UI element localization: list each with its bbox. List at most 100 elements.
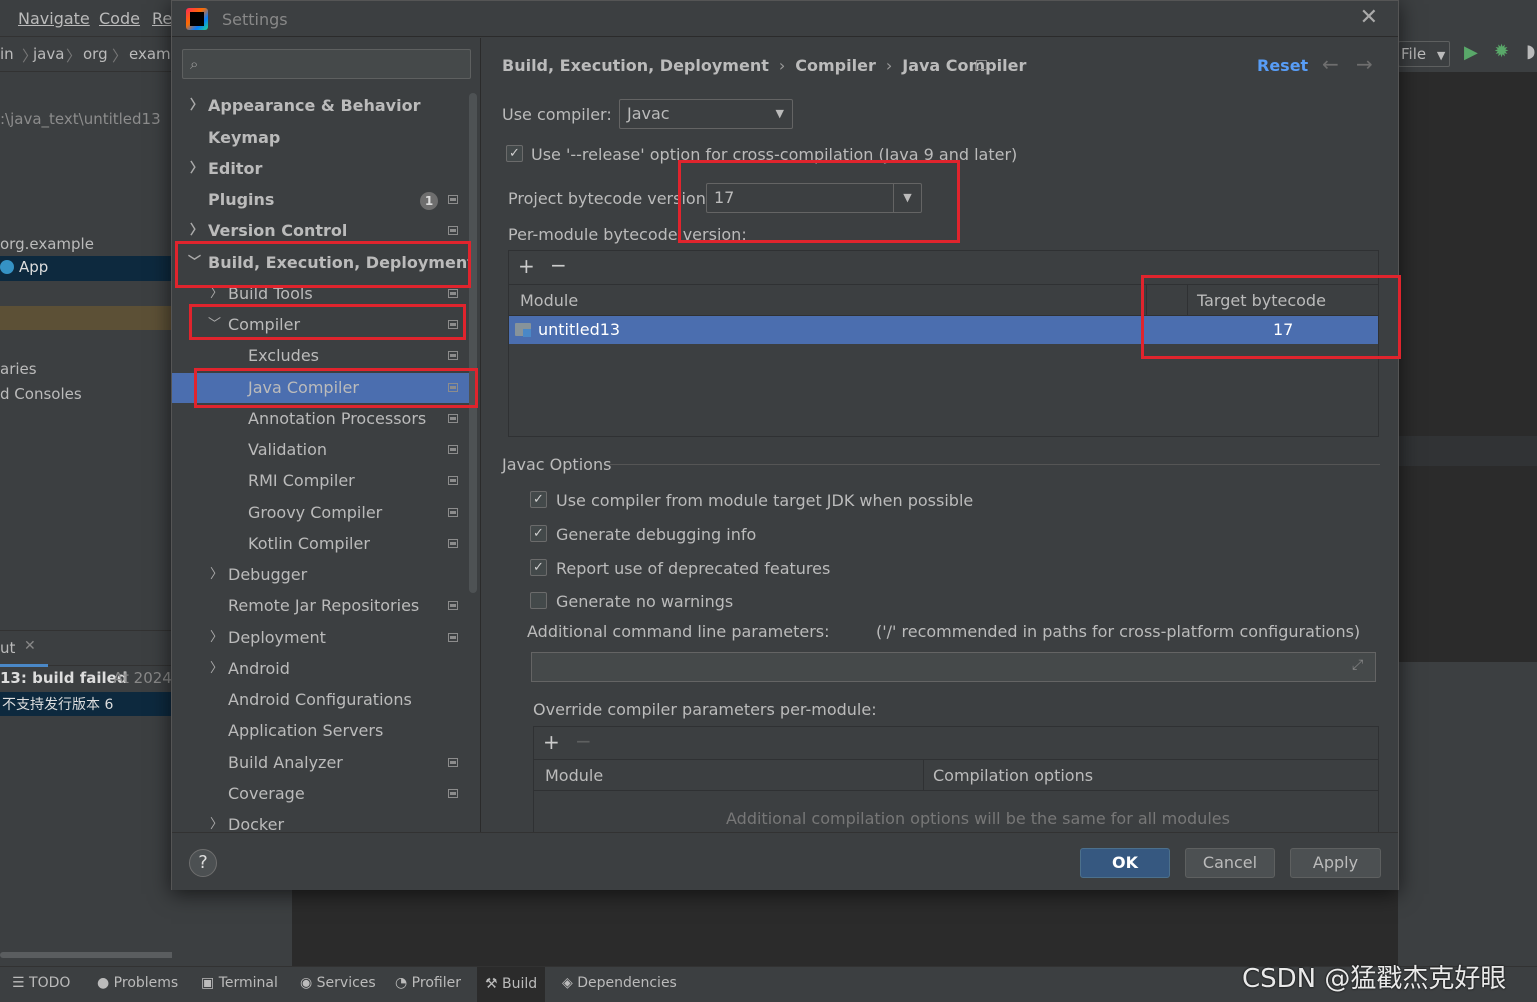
debug-icon[interactable]: ✹	[1494, 41, 1509, 62]
settings-search-input[interactable]: ⌕	[182, 49, 471, 79]
release-option-checkbox[interactable]: ✓	[506, 145, 523, 162]
coverage-icon[interactable]: ◗	[1526, 41, 1535, 62]
apply-button[interactable]: Apply	[1290, 848, 1381, 878]
nav-crumb-main[interactable]: in	[0, 45, 14, 63]
override-table: + − Module Compilation options Additiona…	[533, 726, 1379, 836]
option-checkbox-deprecated[interactable]: ✓	[530, 559, 547, 576]
tree-rmi-compiler[interactable]: RMI Compiler	[172, 466, 472, 496]
table-row[interactable]: untitled13 17	[509, 316, 1378, 344]
tool-services[interactable]: ◉ Services	[300, 975, 376, 991]
tree-build-tools[interactable]: 〉 Build Tools	[172, 279, 472, 309]
empty-table-text: Additional compilation options will be t…	[726, 809, 1230, 828]
column-header-module[interactable]: Module	[545, 760, 603, 791]
back-arrow-icon[interactable]: ←	[1322, 52, 1339, 76]
close-tab-icon[interactable]: ✕	[24, 638, 36, 654]
list-icon: ☰	[12, 975, 30, 991]
project-settings-icon	[976, 60, 987, 70]
project-settings-icon	[448, 289, 458, 298]
tree-build-execution-deployment[interactable]: ﹀ Build, Execution, Deployment	[172, 248, 475, 278]
tree-groovy-compiler[interactable]: Groovy Compiler	[172, 498, 472, 528]
build-result-row[interactable]: 13: build failed At 2024	[0, 668, 172, 692]
menu-code[interactable]: Code	[99, 9, 140, 28]
tree-editor[interactable]: 〉 Editor	[172, 154, 472, 184]
search-icon: ⌕	[190, 55, 199, 73]
sidebar-scrollbar[interactable]	[469, 93, 477, 593]
hammer-icon: ⚒	[485, 976, 503, 992]
tree-appearance-behavior[interactable]: 〉 Appearance & Behavior	[172, 91, 472, 121]
forward-arrow-icon[interactable]: →	[1356, 52, 1373, 76]
tool-todo[interactable]: ☰ TODO	[12, 975, 70, 991]
chevron-right-icon: 〉	[190, 98, 204, 113]
module-target-version: 17	[1273, 320, 1294, 339]
tree-android-configurations[interactable]: Android Configurations	[172, 685, 472, 715]
tree-excludes[interactable]: Excludes	[172, 341, 472, 371]
option-checkbox-module-jdk[interactable]: ✓	[530, 491, 547, 508]
external-libraries-label[interactable]: aries	[0, 360, 37, 378]
additional-params-input[interactable]: ⤢	[531, 652, 1376, 682]
tree-kotlin-compiler[interactable]: Kotlin Compiler	[172, 529, 472, 559]
nav-crumb-org[interactable]: org	[83, 45, 108, 63]
tree-docker[interactable]: 〉 Docker	[172, 810, 472, 832]
run-icon[interactable]: ▶	[1464, 42, 1478, 63]
reset-link[interactable]: Reset	[1257, 56, 1308, 75]
tree-android[interactable]: 〉 Android	[172, 654, 472, 684]
menu-refactor[interactable]: Re	[152, 9, 172, 28]
tool-problems[interactable]: ● Problems	[97, 975, 178, 991]
use-compiler-select[interactable]: Javac ▼	[619, 99, 793, 129]
nav-crumb-java[interactable]: java	[33, 45, 64, 63]
tool-profiler[interactable]: ◔ Profiler	[395, 975, 461, 991]
tree-application-servers[interactable]: Application Servers	[172, 716, 472, 746]
remove-icon[interactable]: −	[550, 253, 567, 277]
scratches-consoles-label[interactable]: d Consoles	[0, 385, 82, 403]
build-error-message: 不支持发行版本 6	[2, 697, 114, 713]
run-config-select[interactable]: File ▼	[1398, 41, 1450, 67]
tree-remote-jar-repositories[interactable]: Remote Jar Repositories	[172, 591, 472, 621]
option-checkbox-debug-info[interactable]: ✓	[530, 525, 547, 542]
option-checkbox-no-warnings[interactable]	[530, 592, 547, 609]
javac-options-title: Javac Options	[502, 455, 612, 474]
ok-button[interactable]: OK	[1080, 848, 1170, 878]
build-error-row[interactable]: 不支持发行版本 6	[0, 692, 172, 716]
help-button[interactable]: ?	[189, 849, 217, 877]
output-tab-label[interactable]: ut	[0, 639, 15, 657]
tool-build[interactable]: ⚒ Build	[477, 967, 546, 1002]
breadcrumb-item[interactable]: Compiler	[795, 56, 876, 75]
project-settings-icon	[448, 789, 458, 798]
menu-navigate[interactable]: Navigate	[18, 9, 90, 28]
tree-debugger[interactable]: 〉 Debugger	[172, 560, 472, 590]
tree-plugins[interactable]: Plugins 1	[172, 185, 472, 215]
tree-row-selected[interactable]: App	[0, 256, 172, 281]
project-settings-icon	[448, 226, 458, 235]
dialog-titlebar: Settings ✕	[172, 1, 1398, 37]
tool-terminal[interactable]: ▣ Terminal	[201, 975, 278, 991]
tree-deployment[interactable]: 〉 Deployment	[172, 623, 472, 653]
tree-coverage[interactable]: Coverage	[172, 779, 472, 809]
tree-keymap[interactable]: Keymap	[172, 123, 472, 153]
cancel-button[interactable]: Cancel	[1185, 848, 1275, 878]
tree-compiler[interactable]: ﹀ Compiler	[172, 310, 472, 340]
chevron-down-icon[interactable]: ▼	[893, 184, 921, 212]
project-settings-icon	[448, 476, 458, 485]
column-header-module[interactable]: Module	[520, 285, 578, 316]
use-compiler-label: Use compiler:	[502, 105, 612, 124]
column-header-compilation-options[interactable]: Compilation options	[933, 760, 1093, 791]
add-icon[interactable]: +	[518, 254, 535, 278]
close-icon[interactable]: ✕	[1360, 5, 1378, 30]
expand-icon[interactable]: ⤢	[1352, 657, 1363, 673]
problems-icon: ●	[97, 975, 114, 991]
breadcrumb-item[interactable]: Build, Execution, Deployment	[502, 56, 769, 75]
package-label[interactable]: org.example	[0, 235, 94, 253]
build-status: 13: build failed	[0, 669, 128, 687]
tree-version-control[interactable]: 〉 Version Control	[172, 216, 472, 246]
option-label-deprecated: Report use of deprecated features	[556, 559, 831, 578]
tree-annotation-processors[interactable]: Annotation Processors	[172, 404, 472, 434]
tool-dependencies[interactable]: ◈ Dependencies	[562, 975, 677, 991]
project-settings-icon	[448, 445, 458, 454]
add-icon[interactable]: +	[543, 730, 560, 754]
tree-validation[interactable]: Validation	[172, 435, 472, 465]
tree-java-compiler[interactable]: Java Compiler	[172, 373, 477, 403]
project-bytecode-select[interactable]: 17 ▼	[706, 183, 922, 213]
nav-sep-icon: 〉	[112, 47, 128, 65]
settings-dialog: Settings ✕ ⌕ 〉 Appearance & Behavior Key…	[171, 0, 1399, 890]
tree-build-analyzer[interactable]: Build Analyzer	[172, 748, 472, 778]
